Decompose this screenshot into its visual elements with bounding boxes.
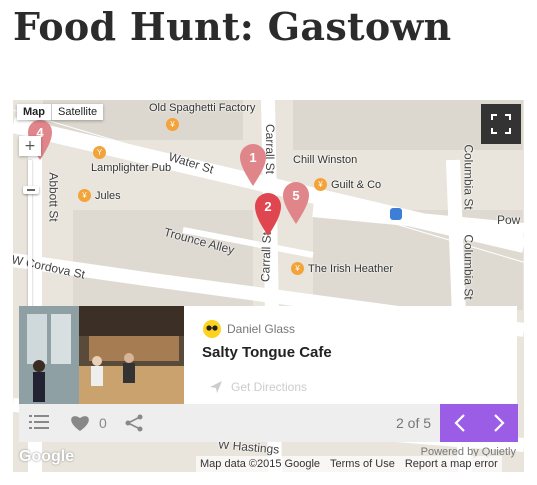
- next-button[interactable]: [479, 404, 518, 442]
- report-link[interactable]: Report a map error: [405, 458, 498, 470]
- google-logo[interactable]: Google: [19, 448, 74, 466]
- place-guilt-co[interactable]: ¥ Guilt & Co: [314, 178, 381, 191]
- heart-icon: [71, 416, 89, 431]
- place-lamplighter-label: Lamplighter Pub: [91, 162, 172, 174]
- street-columbia-st-mid: Columbia St: [461, 234, 476, 300]
- fullscreen-icon: [491, 114, 511, 134]
- street-carrall-st-bottom: Carrall St: [258, 231, 274, 283]
- get-directions-link[interactable]: Get Directions: [209, 380, 307, 394]
- fullscreen-button[interactable]: [481, 104, 521, 144]
- place-lamplighter[interactable]: Y: [93, 146, 106, 159]
- list-icon: [29, 415, 49, 429]
- place-chill-winston[interactable]: Chill Winston: [293, 154, 357, 166]
- card-title[interactable]: Salty Tongue Cafe: [202, 344, 332, 361]
- place-photo: [19, 306, 184, 404]
- svg-text:1: 1: [249, 150, 256, 165]
- place-irish-heather[interactable]: ¥ The Irish Heather: [291, 262, 393, 275]
- list-button[interactable]: [29, 414, 49, 430]
- bus-icon: [390, 208, 402, 220]
- card-author[interactable]: Daniel Glass: [203, 320, 295, 338]
- transit-stop: [390, 208, 402, 220]
- zoom-control: +: [19, 136, 41, 156]
- map[interactable]: Water St Carrall St Carrall St Abbott St…: [13, 100, 524, 472]
- like-button[interactable]: 0: [69, 414, 107, 432]
- restaurant-icon: ¥: [166, 118, 179, 131]
- terms-link[interactable]: Terms of Use: [330, 458, 395, 470]
- map-type-control: Map Satellite: [17, 104, 104, 120]
- pager-text: 2 of 5: [396, 415, 432, 431]
- street-columbia-st-top: Columbia St: [461, 144, 476, 210]
- map-attribution: Map data ©2015 Google Terms of Use Repor…: [196, 456, 502, 472]
- restaurant-icon: ¥: [291, 262, 304, 275]
- place-jules[interactable]: ¥ Jules: [78, 189, 121, 202]
- restaurant-icon: ¥: [78, 189, 91, 202]
- svg-text:5: 5: [292, 188, 299, 203]
- map-data-text: Map data ©2015 Google: [200, 458, 321, 470]
- svg-text:2: 2: [264, 199, 271, 214]
- place-old-spaghetti-icon-wrap: ¥: [166, 118, 179, 131]
- map-marker-1[interactable]: 1: [238, 142, 268, 188]
- share-button[interactable]: [124, 414, 144, 432]
- map-type-satellite[interactable]: Satellite: [52, 104, 103, 120]
- chevron-right-icon: [493, 414, 505, 432]
- prev-button[interactable]: [440, 404, 479, 442]
- zoom-out-button[interactable]: [23, 186, 39, 194]
- street-powell: Pow: [497, 213, 521, 227]
- action-bar: 0 2 of 5: [19, 404, 518, 442]
- page-title: Food Hunt: Gastown: [13, 4, 452, 49]
- share-icon: [125, 414, 143, 432]
- chevron-left-icon: [453, 414, 465, 432]
- place-old-spaghetti[interactable]: Old Spaghetti Factory: [149, 102, 255, 114]
- bar-icon: Y: [93, 146, 106, 159]
- map-marker-2[interactable]: 2: [253, 190, 283, 238]
- author-name: Daniel Glass: [227, 322, 296, 336]
- zoom-in-button[interactable]: +: [24, 136, 36, 156]
- map-type-map[interactable]: Map: [17, 104, 52, 120]
- street-abbott-st: Abbott St: [46, 172, 61, 222]
- place-card[interactable]: Daniel Glass Salty Tongue Cafe Get Direc…: [19, 306, 517, 404]
- restaurant-icon: ¥: [314, 178, 327, 191]
- navigation-arrow-icon: [210, 381, 222, 393]
- like-count: 0: [99, 415, 107, 431]
- map-marker-5[interactable]: 5: [281, 180, 311, 226]
- avatar: [203, 320, 221, 338]
